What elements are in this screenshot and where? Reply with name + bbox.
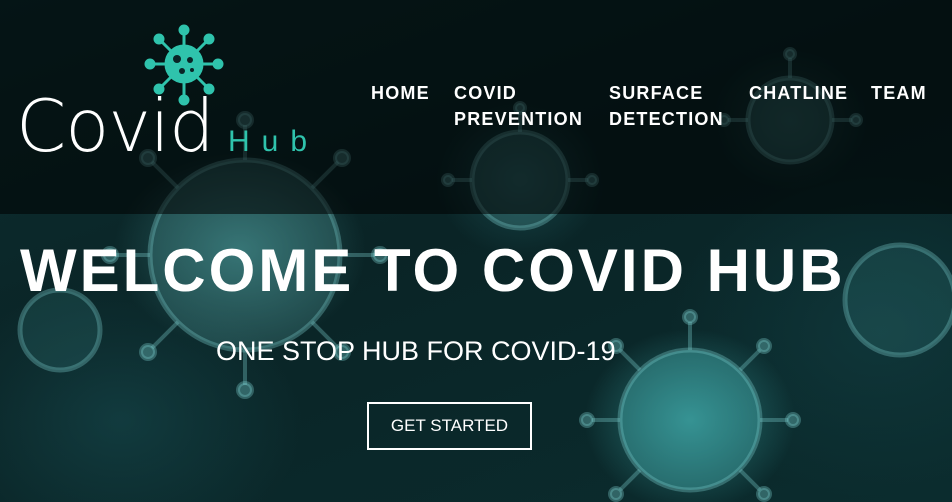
get-started-button[interactable]: GET STARTED (367, 402, 532, 450)
virus-particle (842, 242, 952, 358)
nav-item-covid-prevention[interactable]: COVID PREVENTION (454, 80, 583, 132)
nav-item-surface-detection[interactable]: SURFACE DETECTION (609, 80, 724, 132)
nav-item-chatline[interactable]: CHATLINE (749, 80, 848, 106)
nav-item-label: DETECTION (609, 109, 724, 129)
nav-item-label: CHATLINE (749, 83, 849, 103)
nav-item-label: TEAM (871, 83, 927, 103)
nav-item-label: SURFACE (609, 83, 704, 103)
nav-item-label: COVID (454, 83, 518, 103)
nav-item-team[interactable]: TEAM (871, 80, 927, 106)
nav-item-home[interactable]: HOME (371, 80, 430, 106)
virus-particle (617, 347, 763, 493)
hero-title: WELCOME TO COVID HUB (20, 237, 846, 304)
logo-wordmark: Covid (16, 84, 215, 168)
hero-subtitle: ONE STOP HUB FOR COVID-19 (216, 336, 616, 366)
logo-subtitle: Hub (228, 125, 320, 158)
nav-item-label: PREVENTION (454, 109, 584, 129)
site-logo[interactable]: Covid Hub (16, 24, 336, 168)
nav-item-label: HOME (371, 83, 430, 103)
hero-section: Covid Hub HOME COVID PREVENTION SURFACE … (0, 0, 952, 502)
